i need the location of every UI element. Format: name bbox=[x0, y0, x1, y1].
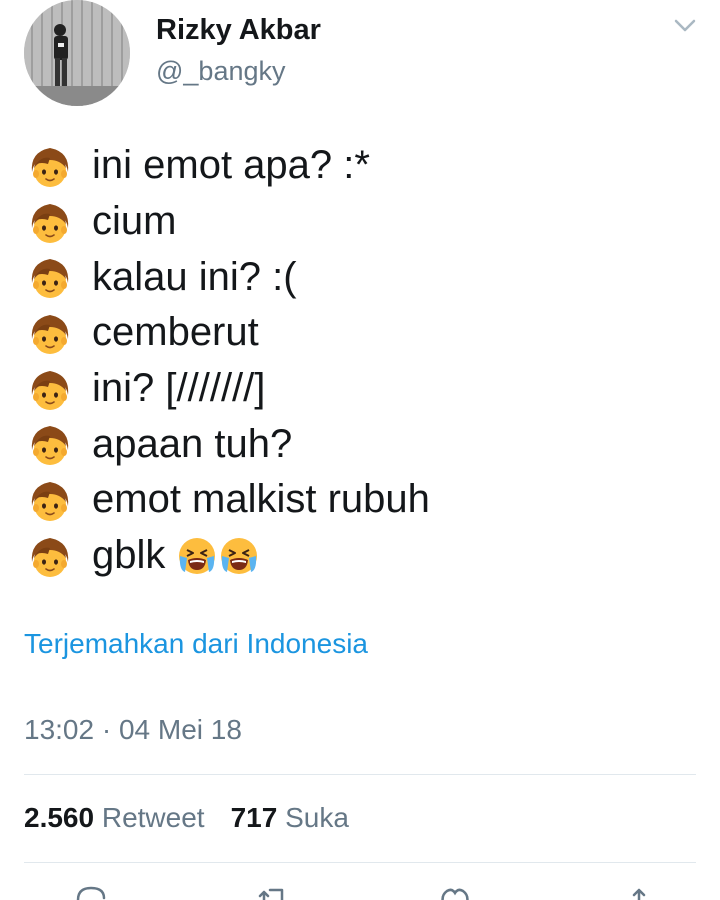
translate-link[interactable]: Terjemahkan dari Indonesia bbox=[24, 628, 368, 660]
like-label: Suka bbox=[285, 802, 349, 833]
boy-emoji-icon bbox=[26, 365, 74, 413]
line-text: cemberut bbox=[92, 310, 259, 355]
author-handle[interactable]: @_bangky bbox=[156, 56, 286, 87]
share-icon[interactable] bbox=[622, 886, 656, 900]
line-text: cium bbox=[92, 199, 177, 244]
retweet-icon[interactable] bbox=[256, 886, 290, 900]
tweet-line: kalau ini? :( bbox=[26, 249, 430, 305]
line-text: apaan tuh? bbox=[92, 421, 293, 466]
retweet-count-link[interactable]: 2.560 Retweet bbox=[24, 802, 205, 833]
divider bbox=[24, 862, 696, 863]
timestamp[interactable]: 13:02 · 04 Mei 18 bbox=[24, 714, 242, 746]
boy-emoji-icon bbox=[26, 198, 74, 246]
boy-emoji-icon bbox=[26, 142, 74, 190]
line-text: emot malkist rubuh bbox=[92, 477, 430, 522]
line-text: ini emot apa? :* bbox=[92, 143, 370, 188]
like-count: 717 bbox=[230, 802, 278, 833]
line-text: ini? [///////] bbox=[92, 366, 266, 411]
retweet-count: 2.560 bbox=[24, 802, 95, 833]
tweet-line: cium bbox=[26, 194, 430, 250]
avatar[interactable] bbox=[24, 0, 130, 106]
retweet-label: Retweet bbox=[101, 802, 205, 833]
action-bar bbox=[0, 876, 720, 900]
tweet-line: cemberut bbox=[26, 305, 430, 361]
reply-icon[interactable] bbox=[74, 886, 108, 900]
loudly-crying-face-icon bbox=[219, 536, 259, 576]
boy-emoji-icon bbox=[26, 476, 74, 524]
tweet-line: emot malkist rubuh bbox=[26, 472, 430, 528]
tweet-line: apaan tuh? bbox=[26, 416, 430, 472]
author-name[interactable]: Rizky Akbar bbox=[156, 14, 321, 47]
divider bbox=[24, 774, 696, 775]
tweet: Rizky Akbar @_bangky ini emot apa?:* ci… bbox=[0, 0, 720, 900]
heart-icon[interactable] bbox=[438, 886, 472, 900]
boy-emoji-icon bbox=[26, 420, 74, 468]
tweet-line: ini emot apa? :* bbox=[26, 138, 430, 194]
line-text: kalau ini? :( bbox=[92, 254, 297, 299]
tweet-line: ini? [///////] bbox=[26, 361, 430, 417]
boy-emoji-icon bbox=[26, 253, 74, 301]
like-count-link[interactable]: 717 Suka bbox=[231, 802, 349, 833]
tweet-stats: 2.560 Retweet 717 Suka bbox=[24, 802, 349, 834]
boy-emoji-icon bbox=[26, 309, 74, 357]
line-text: gblk bbox=[92, 533, 166, 578]
boy-emoji-icon bbox=[26, 532, 74, 580]
chevron-down-icon[interactable] bbox=[670, 14, 700, 36]
tweet-line: gblk bbox=[26, 528, 430, 584]
tweet-text: ini emot apa? :* cium kalau ini? :( cemb… bbox=[26, 138, 430, 584]
loudly-crying-face-icon bbox=[177, 536, 217, 576]
